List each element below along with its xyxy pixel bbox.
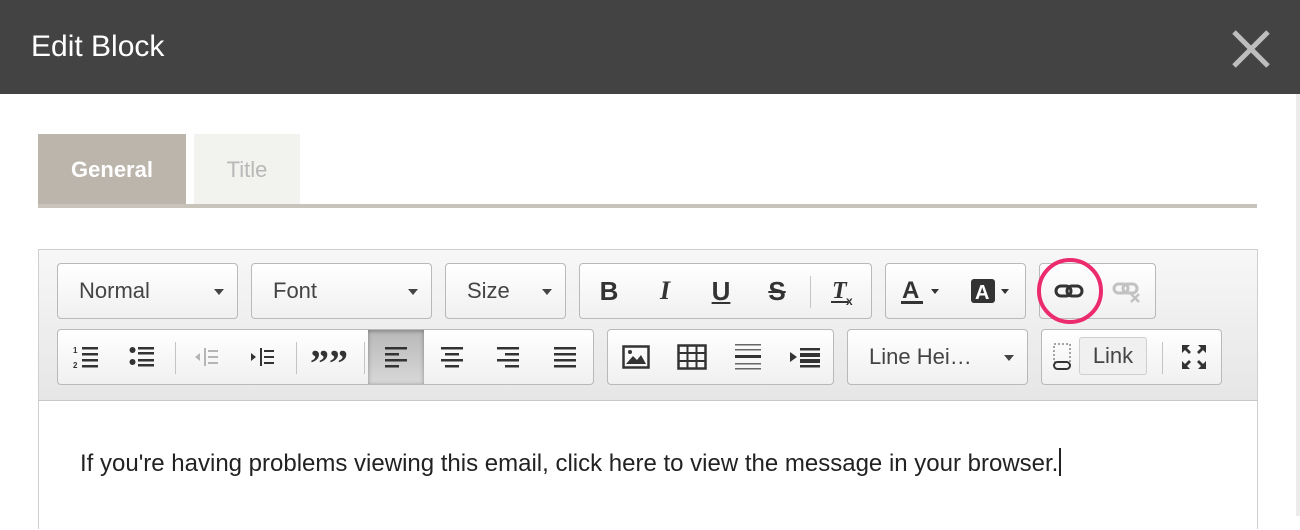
horizontal-line-icon xyxy=(735,344,761,370)
increase-indent-icon xyxy=(251,348,274,366)
justify-button[interactable] xyxy=(536,330,594,384)
size-select[interactable]: Size xyxy=(445,263,566,319)
image-button[interactable] xyxy=(608,330,664,384)
blockquote-icon: ”” xyxy=(310,343,348,385)
link-tooltip: Link xyxy=(1079,337,1147,375)
strikethrough-icon: S xyxy=(768,275,786,306)
editor-content[interactable]: If you're having problems viewing this e… xyxy=(39,402,1257,530)
svg-text:A: A xyxy=(975,282,989,304)
justify-icon xyxy=(554,347,576,368)
editor-text-content: If you're having problems viewing this e… xyxy=(80,450,1059,477)
dialog-title: Edit Block xyxy=(31,30,165,63)
close-button[interactable] xyxy=(1228,26,1274,72)
line-height-select-value: Line Hei… xyxy=(869,344,972,369)
toolbar-separator xyxy=(296,342,297,374)
svg-text:x: x xyxy=(846,294,853,306)
maximize-button[interactable] xyxy=(1166,330,1222,384)
dialog-header: Edit Block xyxy=(0,0,1300,94)
bold-icon: B xyxy=(599,275,619,306)
toolbar-separator xyxy=(1162,342,1163,374)
remove-format-icon: T x xyxy=(831,278,853,306)
size-select-value: Size xyxy=(467,278,510,303)
unlink-button[interactable] xyxy=(1098,264,1156,318)
remove-format-button[interactable]: T x xyxy=(814,264,872,318)
numbered-list-button[interactable]: 1 2 xyxy=(58,330,114,384)
anchor-button[interactable] xyxy=(1042,330,1082,384)
format-select-value: Normal xyxy=(79,278,150,303)
line-height-select[interactable]: Line Hei… xyxy=(847,329,1028,385)
chevron-down-icon xyxy=(408,289,418,295)
italic-button[interactable]: I xyxy=(636,264,694,318)
horizontal-line-button[interactable] xyxy=(720,330,776,384)
svg-text:A: A xyxy=(902,277,919,304)
close-icon xyxy=(1232,30,1270,68)
editor-text[interactable]: If you're having problems viewing this e… xyxy=(80,448,1062,478)
tab-general[interactable]: General xyxy=(38,134,186,205)
background-color-icon: A xyxy=(971,279,1009,304)
toolbar-separator xyxy=(175,342,176,374)
indent-block-button[interactable] xyxy=(776,330,834,384)
align-right-icon xyxy=(497,347,519,368)
bulleted-list-icon xyxy=(129,347,154,367)
tools-group: Link xyxy=(1041,329,1222,385)
underline-icon: U xyxy=(711,275,731,306)
tab-underline xyxy=(38,204,1257,208)
blockquote-button[interactable]: ”” xyxy=(300,330,358,384)
chevron-down-icon xyxy=(214,289,224,295)
align-center-icon xyxy=(441,347,463,368)
editor-toolbar: Normal Font Size B I U S T x A A 1 2 ”” … xyxy=(39,250,1257,401)
maximize-icon xyxy=(1182,345,1206,369)
table-icon xyxy=(677,344,707,370)
chevron-down-icon xyxy=(1004,355,1014,361)
text-color-button[interactable]: A xyxy=(886,264,958,318)
decrease-indent-button[interactable] xyxy=(178,330,234,384)
background-color-button[interactable]: A xyxy=(956,264,1026,318)
insert-group xyxy=(607,329,834,385)
align-center-button[interactable] xyxy=(424,330,480,384)
decrease-indent-icon xyxy=(195,348,218,366)
bulleted-list-button[interactable] xyxy=(114,330,170,384)
underline-button[interactable]: U xyxy=(692,264,750,318)
font-select-value: Font xyxy=(273,278,318,303)
table-button[interactable] xyxy=(664,330,720,384)
numbered-list-icon: 1 2 xyxy=(73,346,98,370)
svg-text:1: 1 xyxy=(73,346,78,355)
text-color-icon: A xyxy=(901,277,939,304)
strikethrough-button[interactable]: S xyxy=(748,264,806,318)
bold-button[interactable]: B xyxy=(580,264,638,318)
svg-text:2: 2 xyxy=(73,361,78,370)
image-icon xyxy=(622,345,650,369)
tab-title[interactable]: Title xyxy=(194,134,300,205)
colors-group: A A xyxy=(885,263,1026,319)
increase-indent-button[interactable] xyxy=(234,330,290,384)
basic-styles-group: B I U S T x xyxy=(579,263,872,319)
anchor-icon xyxy=(1053,343,1071,370)
indent-block-icon xyxy=(790,348,820,368)
align-left-button[interactable] xyxy=(368,330,424,384)
font-select[interactable]: Font xyxy=(251,263,432,319)
format-select[interactable]: Normal xyxy=(57,263,238,319)
toolbar-separator xyxy=(810,276,811,308)
paragraph-group: 1 2 ”” xyxy=(57,329,594,385)
italic-icon: I xyxy=(659,276,671,305)
unlink-icon xyxy=(1112,282,1140,303)
rich-text-editor: Normal Font Size B I U S T x A A 1 2 ”” … xyxy=(38,249,1258,530)
toolbar-separator xyxy=(364,342,365,374)
scroll-edge xyxy=(1296,94,1300,516)
align-right-button[interactable] xyxy=(480,330,536,384)
text-caret xyxy=(1059,448,1062,476)
chevron-down-icon xyxy=(542,289,552,295)
highlight-circle xyxy=(1037,258,1103,324)
align-left-icon xyxy=(385,347,407,368)
